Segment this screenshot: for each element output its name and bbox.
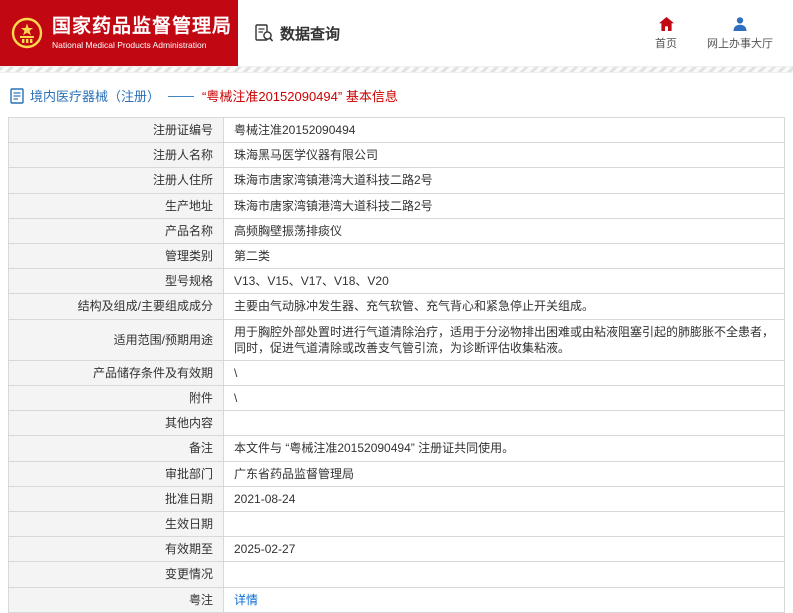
field-value bbox=[223, 561, 785, 588]
home-link-label: 首页 bbox=[655, 37, 677, 50]
field-label: 注册证编号 bbox=[8, 116, 224, 144]
field-value: \ bbox=[223, 385, 785, 412]
national-emblem-icon bbox=[10, 16, 44, 50]
home-icon bbox=[658, 16, 675, 32]
person-icon bbox=[732, 16, 748, 32]
info-table-wrap: 注册证编号 粤械注准20152090494 注册人名称 珠海黑马医学仪器有限公司… bbox=[0, 115, 793, 613]
table-row: 适用范围/预期用途 用于胸腔外部处置时进行气道清除治疗，适用于分泌物排出困难或由… bbox=[8, 318, 785, 361]
brand-logo[interactable]: 国家药品监督管理局 National Medical Products Admi… bbox=[0, 0, 238, 66]
field-value: 详情 bbox=[223, 586, 785, 613]
service-hall-link[interactable]: 网上办事大厅 bbox=[707, 16, 773, 51]
field-label: 产品名称 bbox=[8, 217, 224, 244]
table-row: 批准日期 2021-08-24 bbox=[8, 485, 785, 513]
table-row: 结构及组成/主要组成成分 主要由气动脉冲发生器、充气软管、充气背心和紧急停止开关… bbox=[8, 293, 785, 320]
org-name: 国家药品监督管理局 bbox=[52, 15, 233, 37]
nav-data-query[interactable]: 数据查询 bbox=[254, 0, 340, 66]
field-value: 广东省药品监督管理局 bbox=[223, 460, 785, 487]
table-row: 变更情况 bbox=[8, 561, 785, 588]
field-label: 生产地址 bbox=[8, 192, 224, 219]
field-value: 珠海黑马医学仪器有限公司 bbox=[223, 142, 785, 169]
nav-data-query-label: 数据查询 bbox=[280, 25, 341, 43]
table-row: 附件 \ bbox=[8, 385, 785, 412]
field-value: \ bbox=[223, 359, 785, 387]
field-value: 本文件与 “粤械注准20152090494” 注册证共同使用。 bbox=[223, 435, 785, 462]
field-label: 型号规格 bbox=[8, 268, 224, 295]
field-value: 粤械注准20152090494 bbox=[223, 116, 785, 144]
table-row: 有效期至 2025-02-27 bbox=[8, 536, 785, 563]
field-value bbox=[223, 510, 785, 538]
document-icon bbox=[10, 87, 24, 104]
breadcrumb-separator: —— bbox=[168, 88, 195, 103]
page-title: “粤械注准20152090494” 基本信息 bbox=[202, 89, 398, 104]
table-row: 型号规格 V13、V15、V17、V18、V20 bbox=[8, 268, 785, 295]
field-label: 注册人住所 bbox=[8, 167, 224, 194]
table-row: 注册证编号 粤械注准20152090494 bbox=[8, 116, 785, 144]
header: 国家药品监督管理局 National Medical Products Admi… bbox=[0, 0, 793, 66]
field-label: 附件 bbox=[8, 385, 224, 412]
table-row: 粤注 详情 bbox=[8, 586, 785, 613]
registration-info-table: 注册证编号 粤械注准20152090494 注册人名称 珠海黑马医学仪器有限公司… bbox=[8, 116, 785, 613]
table-row: 管理类别 第二类 bbox=[8, 242, 785, 270]
field-label: 注册人名称 bbox=[8, 142, 224, 169]
field-value: 珠海市唐家湾镇港湾大道科技二路2号 bbox=[223, 192, 785, 219]
breadcrumb-section: 境内医疗器械（注册） bbox=[30, 89, 161, 104]
table-row: 产品储存条件及有效期 \ bbox=[8, 359, 785, 387]
field-label: 变更情况 bbox=[8, 561, 224, 588]
field-label: 有效期至 bbox=[8, 536, 224, 563]
header-links: 首页 网上办事大厅 bbox=[655, 0, 793, 66]
table-row: 注册人住所 珠海市唐家湾镇港湾大道科技二路2号 bbox=[8, 167, 785, 194]
field-label: 适用范围/预期用途 bbox=[8, 318, 224, 361]
field-value: 2025-02-27 bbox=[223, 536, 785, 563]
table-row: 生效日期 bbox=[8, 510, 785, 538]
breadcrumb: 境内医疗器械（注册） —— “粤械注准20152090494” 基本信息 bbox=[0, 73, 793, 115]
table-row: 生产地址 珠海市唐家湾镇港湾大道科技二路2号 bbox=[8, 192, 785, 219]
table-row: 产品名称 高频胸壁振荡排痰仪 bbox=[8, 217, 785, 244]
field-value bbox=[223, 410, 785, 437]
field-value: V13、V15、V17、V18、V20 bbox=[223, 268, 785, 295]
stripe-divider bbox=[0, 66, 793, 73]
org-name-en: National Medical Products Administration bbox=[52, 40, 207, 51]
field-label: 审批部门 bbox=[8, 460, 224, 487]
table-row: 审批部门 广东省药品监督管理局 bbox=[8, 460, 785, 487]
field-label: 结构及组成/主要组成成分 bbox=[8, 293, 224, 320]
field-value: 珠海市唐家湾镇港湾大道科技二路2号 bbox=[223, 167, 785, 194]
field-label: 其他内容 bbox=[8, 410, 224, 437]
details-link[interactable]: 详情 bbox=[234, 593, 258, 607]
field-value: 用于胸腔外部处置时进行气道清除治疗，适用于分泌物排出困难或由粘液阻塞引起的肺膨胀… bbox=[223, 318, 785, 361]
home-link[interactable]: 首页 bbox=[655, 16, 677, 51]
field-label: 管理类别 bbox=[8, 242, 224, 270]
field-value: 第二类 bbox=[223, 242, 785, 270]
field-label: 批准日期 bbox=[8, 485, 224, 513]
field-label: 产品储存条件及有效期 bbox=[8, 359, 224, 387]
field-label: 备注 bbox=[8, 435, 224, 462]
field-value: 高频胸壁振荡排痰仪 bbox=[223, 217, 785, 244]
table-row: 备注 本文件与 “粤械注准20152090494” 注册证共同使用。 bbox=[8, 435, 785, 462]
field-label: 生效日期 bbox=[8, 510, 224, 538]
field-value: 主要由气动脉冲发生器、充气软管、充气背心和紧急停止开关组成。 bbox=[223, 293, 785, 320]
service-hall-link-label: 网上办事大厅 bbox=[707, 37, 773, 50]
field-label: 粤注 bbox=[8, 586, 224, 613]
data-query-icon bbox=[254, 23, 274, 43]
table-row: 其他内容 bbox=[8, 410, 785, 437]
field-value: 2021-08-24 bbox=[223, 485, 785, 513]
table-row: 注册人名称 珠海黑马医学仪器有限公司 bbox=[8, 142, 785, 169]
